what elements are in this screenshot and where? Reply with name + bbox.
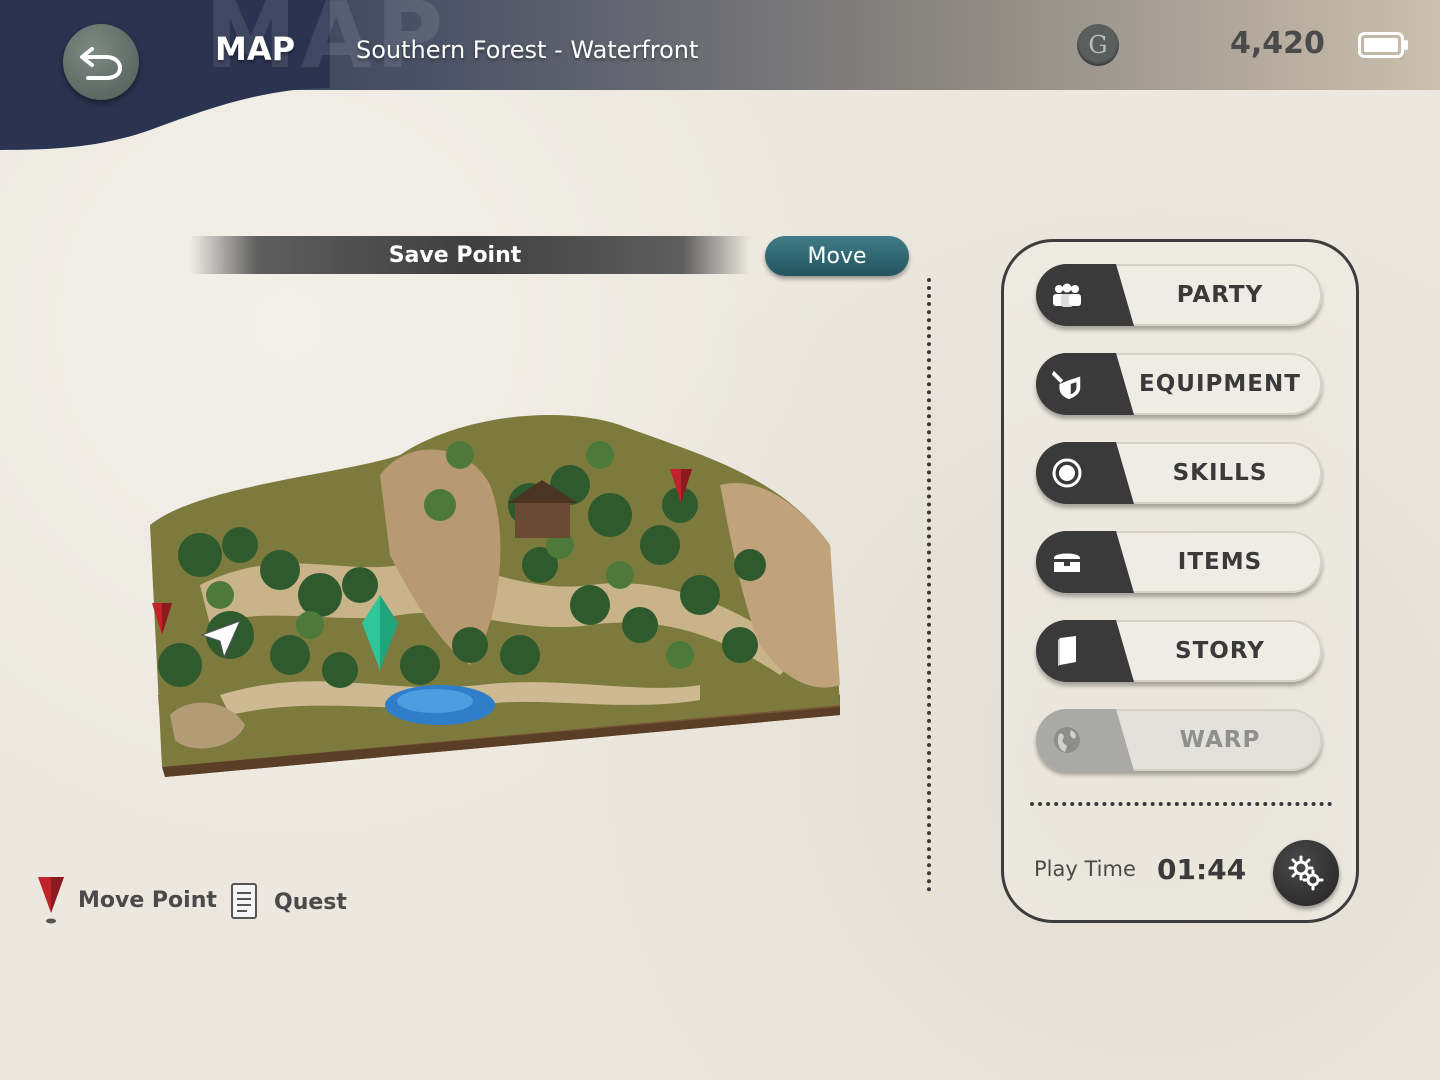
skills-button[interactable]: SKILLS	[1036, 442, 1322, 504]
move-point-icon	[38, 877, 64, 924]
location-name: Southern Forest - Waterfront	[356, 36, 699, 64]
equipment-button[interactable]: EQUIPMENT	[1036, 353, 1322, 415]
quest-scroll-icon	[231, 883, 257, 919]
move-button[interactable]: Move	[765, 236, 909, 276]
battery-icon	[1358, 32, 1408, 58]
skills-label: SKILLS	[1172, 460, 1268, 486]
menu-divider	[1030, 802, 1332, 806]
save-point-label: Save Point	[388, 242, 522, 268]
globe-icon	[1050, 723, 1084, 757]
gold-currency-icon: G	[1077, 24, 1119, 66]
party-button[interactable]: PARTY	[1036, 264, 1322, 326]
legend-quest-label: Quest	[274, 889, 347, 915]
warp-label: WARP	[1179, 727, 1261, 753]
play-time-label: Play Time	[1034, 857, 1136, 881]
settings-button[interactable]	[1273, 840, 1339, 906]
back-arrow-icon	[80, 47, 123, 80]
vertical-divider	[927, 278, 931, 892]
legend-move-point: Move Point	[36, 873, 217, 927]
story-label: STORY	[1175, 638, 1265, 664]
items-label: ITEMS	[1177, 549, 1263, 575]
legend-move-point-label: Move Point	[78, 887, 217, 913]
skills-icon	[1050, 456, 1084, 490]
story-icon	[1050, 634, 1084, 668]
story-button[interactable]: STORY	[1036, 620, 1322, 682]
page-title: MAP	[215, 30, 296, 68]
area-map[interactable]	[140, 395, 860, 795]
items-icon	[1050, 545, 1084, 579]
equipment-label: EQUIPMENT	[1139, 371, 1301, 397]
legend-quest: Quest	[228, 880, 347, 924]
party-label: PARTY	[1176, 282, 1264, 308]
items-button[interactable]: ITEMS	[1036, 531, 1322, 593]
equipment-icon	[1050, 367, 1084, 401]
warp-button[interactable]: WARP	[1036, 709, 1322, 771]
gears-icon	[1288, 855, 1324, 891]
gold-amount: 4,420	[1230, 26, 1325, 61]
party-icon	[1050, 278, 1084, 312]
save-point-banner: Save Point	[190, 236, 750, 274]
play-time-value: 01:44	[1157, 853, 1247, 886]
diorama-map-image	[150, 415, 840, 777]
back-button[interactable]	[63, 24, 139, 100]
